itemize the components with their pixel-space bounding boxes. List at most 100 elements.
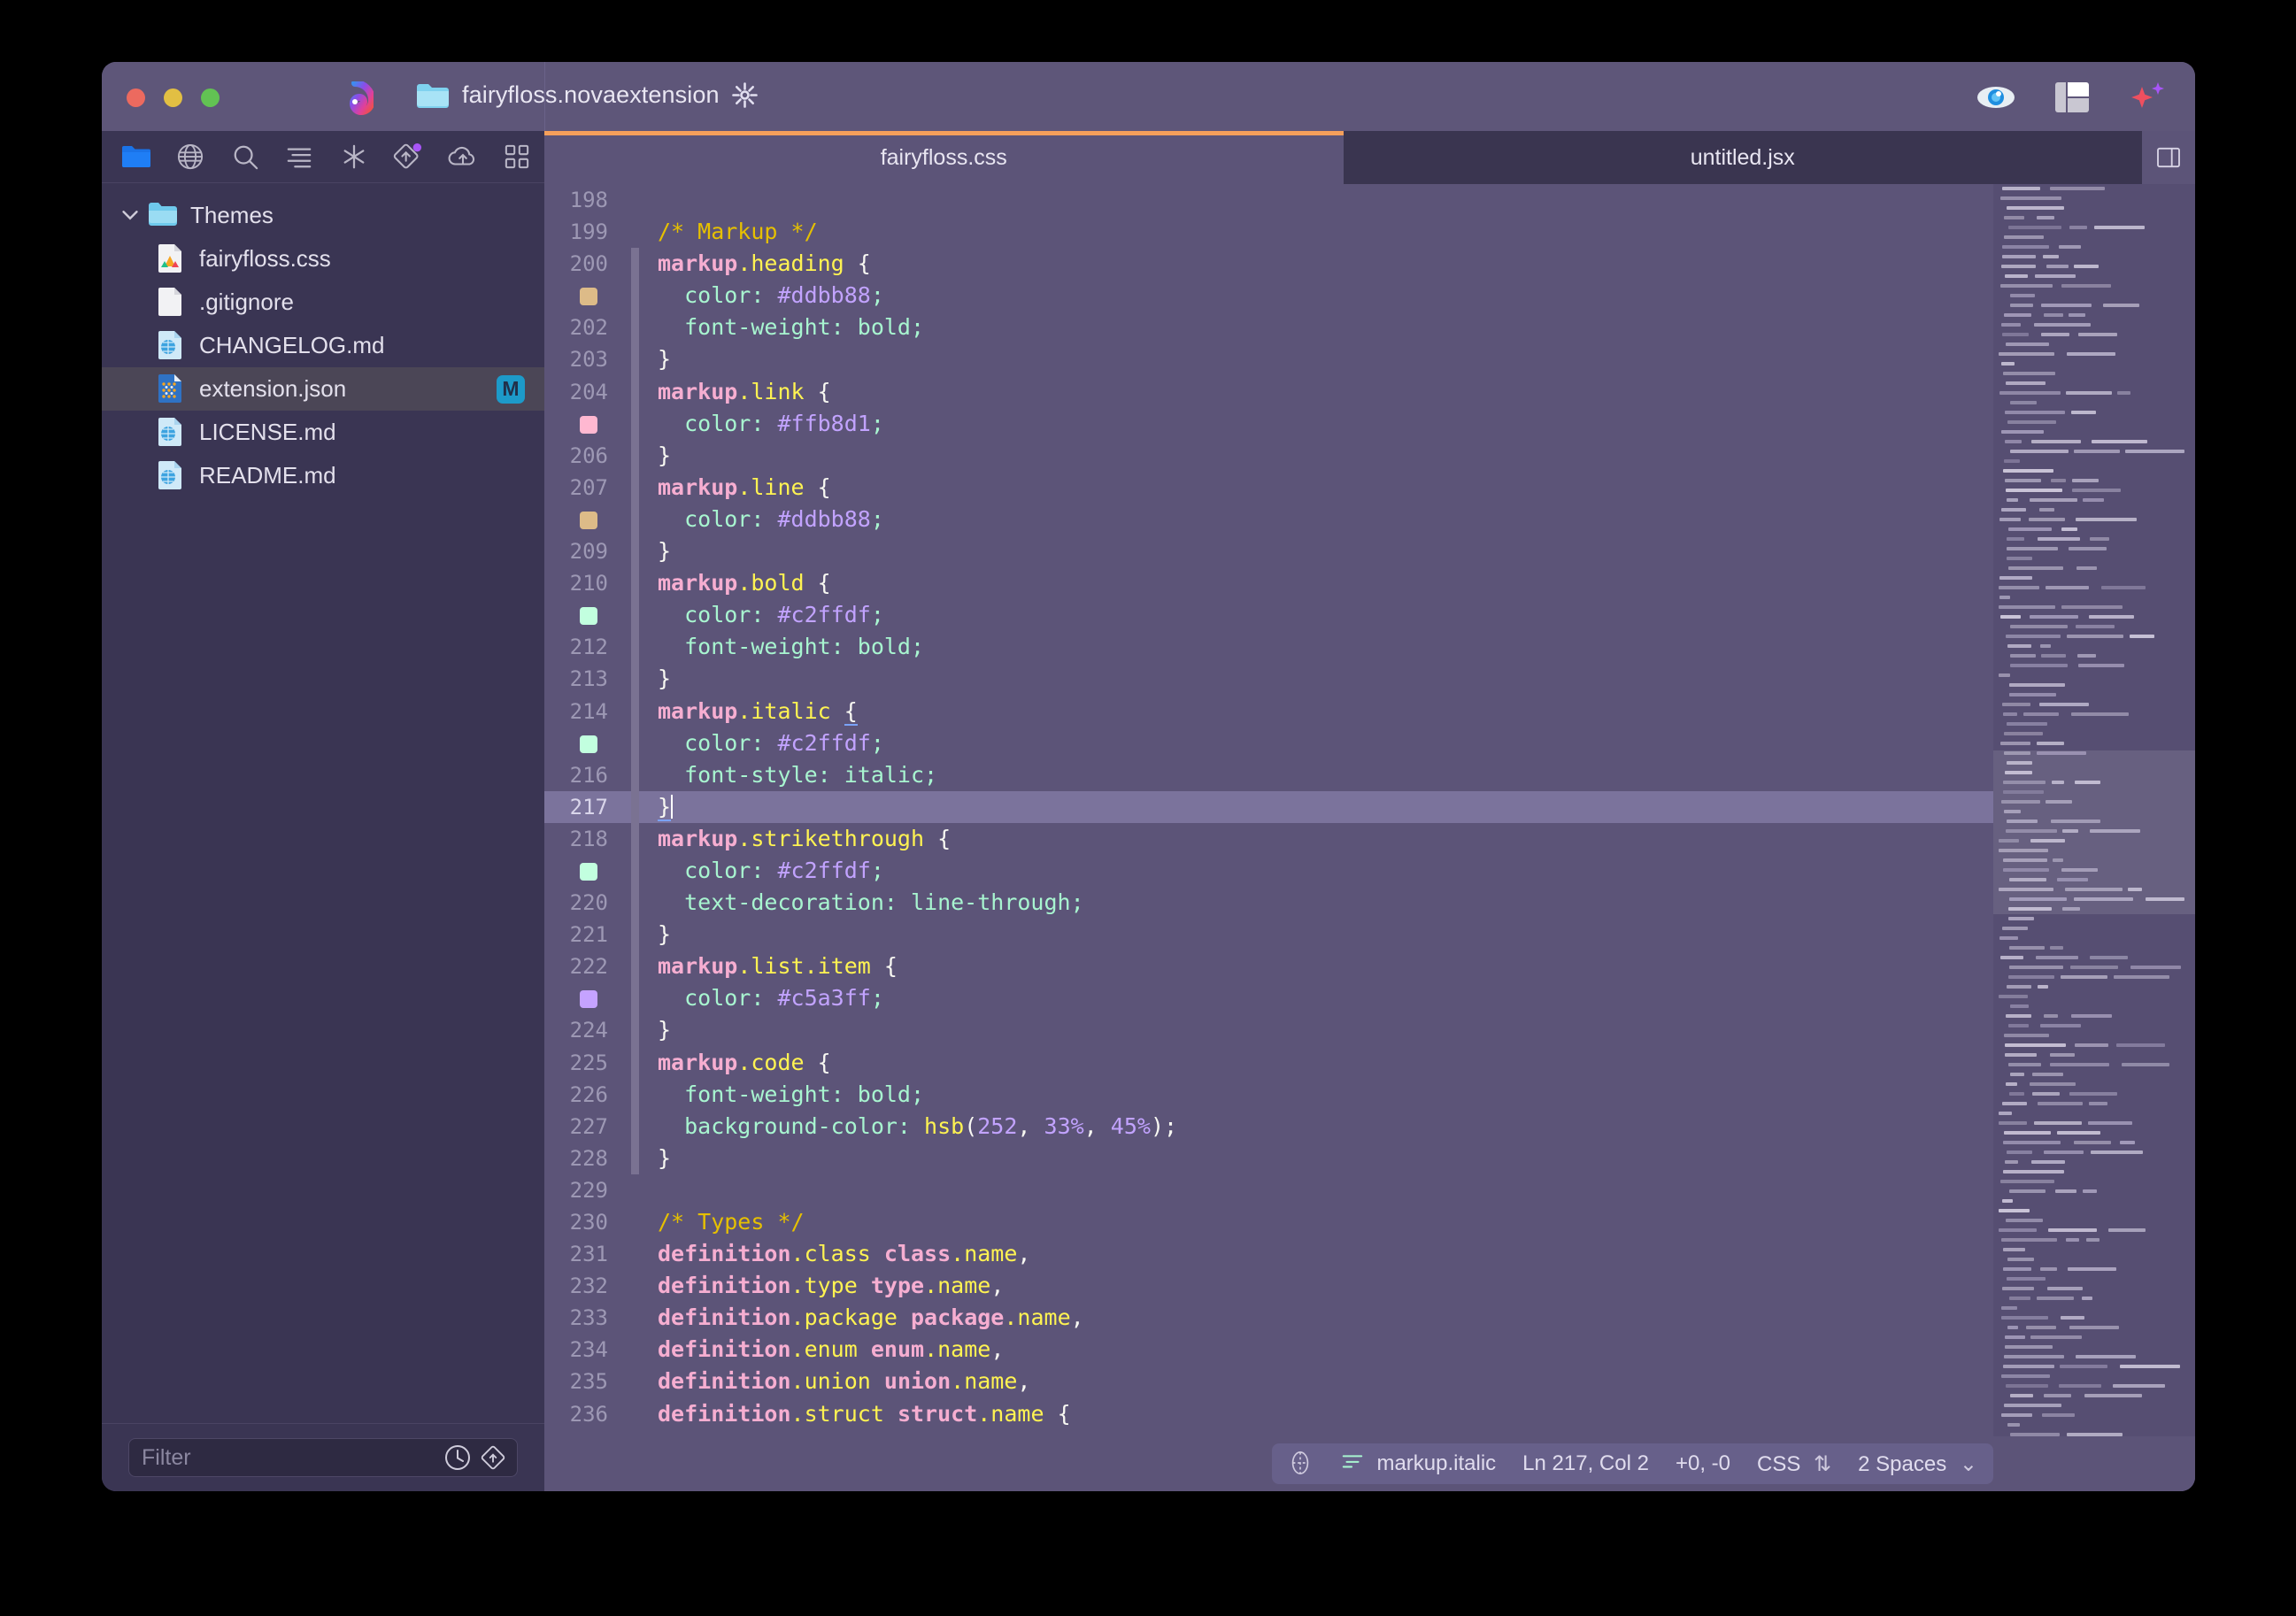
code-line[interactable]: 228}: [544, 1142, 1993, 1174]
code-token: {: [804, 570, 831, 596]
code-line[interactable]: color: #ddbb88;: [544, 503, 1993, 536]
file-name-label: CHANGELOG.md: [199, 332, 385, 358]
minimize-window-button[interactable]: [164, 88, 182, 107]
code-line[interactable]: 231 definition.class class.name,: [544, 1238, 1993, 1270]
minimap[interactable]: [1993, 184, 2195, 1491]
file-tree[interactable]: Themes fairyfloss.css .gitignore CHANGELOG.…: [102, 183, 544, 1424]
file-tree-folder-row[interactable]: Themes: [102, 194, 544, 237]
git-diamond-icon[interactable]: [480, 1444, 506, 1471]
code-line[interactable]: 207 markup.line {: [544, 471, 1993, 504]
files-icon[interactable]: [109, 131, 164, 182]
code-line[interactable]: 222 markup.list.item {: [544, 950, 1993, 983]
code-line[interactable]: color: #ffb8d1;: [544, 407, 1993, 440]
code-line[interactable]: 230 /* Types */: [544, 1206, 1993, 1238]
code-line-text: markup.line {: [658, 472, 831, 504]
code-line[interactable]: 234 definition.enum enum.name,: [544, 1334, 1993, 1366]
markdown-file-icon: [157, 417, 187, 449]
code-line[interactable]: 212 font-weight: bold;: [544, 631, 1993, 664]
git-diamond-icon[interactable]: [381, 131, 436, 182]
symbols-list-icon[interactable]: [273, 131, 327, 182]
close-window-button[interactable]: [127, 88, 145, 107]
cloud-upload-icon[interactable]: [435, 131, 490, 182]
search-icon[interactable]: [218, 131, 273, 182]
code-token: .type: [790, 1273, 858, 1299]
file-tree-row[interactable]: CHANGELOG.md: [102, 324, 544, 367]
preview-eye-icon[interactable]: [1976, 84, 2016, 111]
file-tree-row[interactable]: fairyfloss.css: [102, 237, 544, 281]
code-line[interactable]: 226 font-weight: bold;: [544, 1078, 1993, 1111]
gear-icon[interactable]: [731, 82, 758, 108]
code-line[interactable]: 224}: [544, 1014, 1993, 1047]
minimap-line: [1993, 846, 2195, 856]
file-tree-row[interactable]: README.md: [102, 454, 544, 497]
minimap-line: [1993, 369, 2195, 379]
symbol-selector[interactable]: markup.italic: [1341, 1451, 1496, 1477]
color-swatch[interactable]: [580, 862, 597, 881]
fold-guide: [631, 471, 639, 504]
source-control-icon[interactable]: [1288, 1451, 1314, 1477]
code-line[interactable]: color: #c5a3ff;: [544, 982, 1993, 1015]
code-line[interactable]: color: #c2ffdf;: [544, 599, 1993, 632]
code-line[interactable]: 227 background-color: hsb(252, 33%, 45%)…: [544, 1110, 1993, 1143]
color-swatch[interactable]: [580, 511, 597, 529]
project-title-group[interactable]: fairyfloss.novaextension: [416, 81, 758, 109]
code-line[interactable]: 233 definition.package package.name,: [544, 1302, 1993, 1334]
code-token: }: [658, 538, 672, 565]
code-line[interactable]: 210 markup.bold {: [544, 567, 1993, 600]
indentation-selector[interactable]: 2 Spaces ⌄: [1858, 1451, 1977, 1477]
code-line[interactable]: 216 font-style: italic;: [544, 758, 1993, 791]
maximize-window-button[interactable]: [201, 88, 220, 107]
code-line[interactable]: 204 markup.link {: [544, 375, 1993, 408]
code-token: .name: [924, 1336, 991, 1363]
code-line[interactable]: color: #c2ffdf;: [544, 854, 1993, 888]
code-line[interactable]: 218 markup.strikethrough {: [544, 822, 1993, 855]
code-editor[interactable]: 198 199/* Markup */200 markup.heading { co…: [544, 184, 1993, 1491]
minimap-line: [1993, 593, 2195, 603]
code-line[interactable]: 225 markup.code {: [544, 1046, 1993, 1079]
code-line[interactable]: 203}: [544, 343, 1993, 376]
file-tree-row[interactable]: .gitignore: [102, 281, 544, 324]
color-swatch[interactable]: [580, 415, 597, 434]
tab-bar[interactable]: fairyfloss.css untitled.jsx: [544, 131, 2195, 184]
extensions-sparkle-icon[interactable]: [2128, 80, 2167, 115]
asterisk-icon[interactable]: [327, 131, 381, 182]
language-selector[interactable]: CSS ⇅: [1757, 1451, 1831, 1477]
code-line[interactable]: color: #c2ffdf;: [544, 727, 1993, 759]
file-tree-row[interactable]: extension.json M: [102, 367, 544, 411]
nova-app-icon: [336, 80, 376, 119]
code-line[interactable]: 199 /* Markup */: [544, 216, 1993, 248]
file-tree-row[interactable]: LICENSE.md: [102, 411, 544, 454]
chevron-down-icon[interactable]: [118, 203, 144, 229]
code-line[interactable]: 214 markup.italic {: [544, 695, 1993, 727]
code-line[interactable]: 235 definition.union union.name,: [544, 1366, 1993, 1397]
grid-icon[interactable]: [490, 131, 545, 182]
code-line[interactable]: 209}: [544, 535, 1993, 568]
code-line[interactable]: 229: [544, 1174, 1993, 1206]
tab-fairyfloss-css[interactable]: fairyfloss.css: [544, 131, 1344, 184]
code-line[interactable]: color: #ddbb88;: [544, 280, 1993, 312]
code-line[interactable]: 200 markup.heading {: [544, 248, 1993, 281]
clock-icon[interactable]: [444, 1444, 471, 1471]
color-swatch[interactable]: [580, 990, 597, 1009]
filter-input-wrapper[interactable]: [128, 1438, 518, 1477]
code-line-text: definition.union union.name,: [658, 1366, 1030, 1397]
code-line[interactable]: 213}: [544, 663, 1993, 696]
code-line[interactable]: 232 definition.type type.name,: [544, 1270, 1993, 1302]
color-swatch[interactable]: [580, 607, 597, 626]
code-line[interactable]: 220 text-decoration: line-through;: [544, 887, 1993, 920]
code-line[interactable]: 202 font-weight: bold;: [544, 312, 1993, 344]
tab-untitled-jsx[interactable]: untitled.jsx: [1343, 131, 2142, 184]
code-line[interactable]: 221}: [544, 919, 1993, 951]
color-swatch[interactable]: [580, 288, 597, 306]
minimap-line: [1993, 291, 2195, 301]
globe-icon[interactable]: [164, 131, 219, 182]
color-swatch[interactable]: [580, 735, 597, 753]
filter-input[interactable]: [140, 1443, 435, 1472]
code-line[interactable]: 206}: [544, 439, 1993, 472]
toggle-sidebar-icon[interactable]: [2055, 82, 2089, 112]
code-token: {: [804, 473, 831, 500]
code-line[interactable]: 217}: [544, 790, 1993, 823]
code-line[interactable]: 236 definition.struct struct.name {: [544, 1398, 1993, 1430]
code-line[interactable]: 198: [544, 184, 1993, 216]
split-editor-button[interactable]: [2142, 131, 2195, 184]
